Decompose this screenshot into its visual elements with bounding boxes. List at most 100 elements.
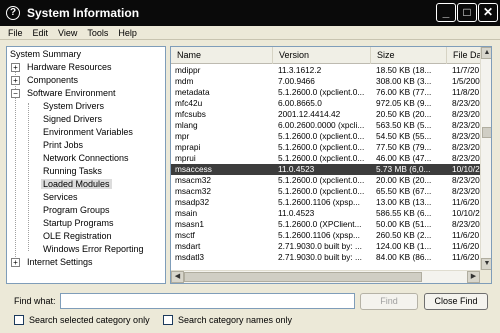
table-row[interactable]: mdm 7.00.9466 308.00 KB (3... 1/5/200 [171, 76, 480, 87]
table-row[interactable]: mprui 5.1.2600.0 (xpclient.0... 46.00 KB (… [171, 153, 480, 164]
expand-icon[interactable]: + [11, 63, 20, 72]
tree-item-ole-registration[interactable]: OLE Registration [43, 230, 112, 243]
scroll-up-icon[interactable]: ▲ [481, 47, 491, 59]
tree-item-print-jobs[interactable]: Print Jobs [43, 139, 83, 152]
table-row[interactable]: mlang 6.00.2600.0000 (xpcli... 563.50 KB (… [171, 120, 480, 131]
main-area: System Summary + Hardware Resources + Co… [0, 40, 500, 293]
close-find-button[interactable]: Close Find [424, 293, 488, 310]
cell-name: mpr [175, 131, 190, 141]
cell-file-date: 8/23/20 [452, 109, 480, 119]
expand-icon[interactable]: + [11, 258, 20, 267]
table-row[interactable]: msain 11.0.4523 586.55 KB (6... 10/10/2 [171, 208, 480, 219]
cell-file-date: 8/23/20 [452, 219, 480, 229]
table-row[interactable]: mfcsubs 2001.12.4414.42 20.50 KB (20... 8/2… [171, 109, 480, 120]
tree-item-label: Running Tasks [43, 166, 102, 176]
horizontal-scroll-thumb[interactable] [184, 272, 422, 282]
tree-item-network-connections[interactable]: Network Connections [43, 152, 129, 165]
maximize-button[interactable]: □ [457, 3, 477, 22]
cell-version: 5.1.2600.1106 (xpsp... [278, 230, 360, 240]
find-bar: Find what: Find Close Find Search select… [0, 293, 500, 333]
cell-name: msctf [175, 230, 195, 240]
tree-guide-line [28, 103, 29, 251]
cell-file-date: 8/23/20 [452, 98, 480, 108]
list-header: Name Version Size File Da [171, 47, 480, 64]
tree-item-signed-drivers[interactable]: Signed Drivers [43, 113, 102, 126]
tree-item-loaded-modules[interactable]: Loaded Modules [41, 178, 112, 191]
menu-file[interactable]: File [3, 28, 28, 38]
cell-size: 18.50 KB (18... [376, 65, 432, 75]
category-tree[interactable]: System Summary + Hardware Resources + Co… [6, 46, 166, 284]
vertical-scroll-thumb[interactable] [482, 127, 491, 138]
table-row[interactable]: mfc42u 6.00.8665.0 972.05 KB (9... 8/23/20 [171, 98, 480, 109]
close-button[interactable]: ✕ [478, 3, 498, 22]
column-header-version[interactable]: Version [273, 47, 371, 64]
tree-item-environment-variables[interactable]: Environment Variables [43, 126, 133, 139]
scroll-left-icon[interactable]: ◀ [171, 271, 184, 283]
tree-item-label: OLE Registration [43, 231, 112, 241]
cell-name: msadp32 [175, 197, 210, 207]
tree-item-label: Network Connections [43, 153, 129, 163]
cell-file-date: 8/23/20 [452, 175, 480, 185]
search-selected-category-checkbox[interactable]: Search selected category only [14, 315, 150, 325]
column-header-name[interactable]: Name [171, 47, 273, 64]
cell-file-date: 11/6/20 [452, 197, 480, 207]
list-rows: mdippr 11.3.1612.2 18.50 KB (18... 11/7/20 m… [171, 65, 480, 263]
tree-item-label: Windows Error Reporting [43, 244, 144, 254]
expand-icon[interactable]: + [11, 76, 20, 85]
table-row[interactable]: msctf 5.1.2600.1106 (xpsp... 260.50 KB (2.… [171, 230, 480, 241]
table-row[interactable]: mprapi 5.1.2600.0 (xpclient.0... 77.50 KB … [171, 142, 480, 153]
cell-file-date: 8/23/20 [452, 131, 480, 141]
menu-edit[interactable]: Edit [28, 28, 54, 38]
menu-help[interactable]: Help [113, 28, 142, 38]
menu-tools[interactable]: Tools [82, 28, 113, 38]
tree-item-running-tasks[interactable]: Running Tasks [43, 165, 102, 178]
cell-size: 84.00 KB (86... [376, 252, 432, 262]
cell-version: 2.71.9030.0 built by: ... [278, 241, 362, 251]
table-row[interactable]: mpr 5.1.2600.0 (xpclient.0... 54.50 KB (55… [171, 131, 480, 142]
find-input[interactable] [60, 293, 355, 309]
scroll-right-icon[interactable]: ▶ [467, 271, 480, 283]
search-category-names-checkbox[interactable]: Search category names only [163, 315, 292, 325]
tree-item-startup-programs[interactable]: Startup Programs [43, 217, 114, 230]
table-row[interactable]: msaccess 11.0.4523 5.73 MB (6,0... 10/10/2 [171, 164, 480, 175]
cell-size: 308.00 KB (3... [376, 76, 432, 86]
table-row[interactable]: msasn1 5.1.2600.0 (XPClient... 50.00 KB (5… [171, 219, 480, 230]
checkbox-icon[interactable] [163, 315, 173, 325]
module-list[interactable]: Name Version Size File Da mdippr 11.3.161… [170, 46, 492, 284]
cell-name: msain [175, 208, 198, 218]
tree-item-label: Components [27, 75, 79, 85]
table-row[interactable]: msadp32 5.1.2600.1106 (xpsp... 13.00 KB (1… [171, 197, 480, 208]
cell-version: 5.1.2600.0 (xpclient.0... [278, 186, 365, 196]
vertical-scrollbar[interactable]: ▲ ▼ [480, 47, 491, 270]
cell-name: mprapi [175, 142, 201, 152]
cell-file-date: 11/8/20 [452, 87, 480, 97]
scroll-down-icon[interactable]: ▼ [481, 258, 491, 270]
horizontal-scrollbar[interactable]: ◀ ▶ [171, 270, 480, 283]
minimize-button[interactable]: _ [436, 3, 456, 22]
checkbox-icon[interactable] [14, 315, 24, 325]
table-row[interactable]: metadata 5.1.2600.0 (xpclient.0... 76.00 K… [171, 87, 480, 98]
menu-view[interactable]: View [53, 28, 82, 38]
cell-size: 50.00 KB (51... [376, 219, 432, 229]
cell-name: msacm32 [175, 175, 211, 185]
tree-item-system-drivers[interactable]: System Drivers [43, 100, 104, 113]
tree-item-system-summary[interactable]: System Summary [10, 48, 81, 61]
table-row[interactable]: msdart 2.71.9030.0 built by: ... 124.00 KB… [171, 241, 480, 252]
tree-item-windows-error-reporting[interactable]: Windows Error Reporting [43, 243, 144, 256]
collapse-icon[interactable]: − [11, 89, 20, 98]
cell-version: 11.0.4523 [278, 164, 315, 174]
tree-item-services[interactable]: Services [43, 191, 78, 204]
tree-item-label: Signed Drivers [43, 114, 103, 124]
cell-size: 5.73 MB (6,0... [376, 164, 431, 174]
cell-file-date: 8/23/20 [452, 153, 480, 163]
column-header-file-date[interactable]: File Da [447, 47, 480, 64]
tree-item-program-groups[interactable]: Program Groups [43, 204, 110, 217]
cell-size: 124.00 KB (1... [376, 241, 432, 251]
column-header-size[interactable]: Size [371, 47, 447, 64]
table-row[interactable]: msacm32 5.1.2600.0 (xpclient.0... 20.00 KB… [171, 175, 480, 186]
table-row[interactable]: msdatl3 2.71.9030.0 built by: ... 84.00 KB… [171, 252, 480, 263]
table-row[interactable]: mdippr 11.3.1612.2 18.50 KB (18... 11/7/20 [171, 65, 480, 76]
question-icon: ? [6, 6, 20, 20]
find-button[interactable]: Find [360, 293, 418, 310]
table-row[interactable]: msacm32 5.1.2600.0 (xpclient.0... 65.50 KB… [171, 186, 480, 197]
